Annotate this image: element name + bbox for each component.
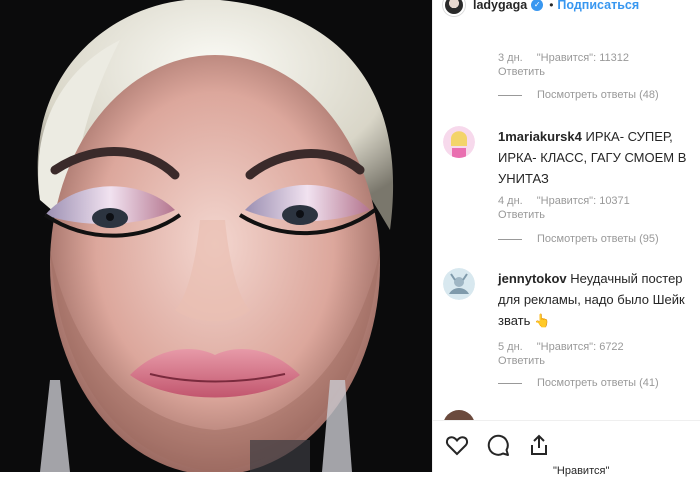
- comment-text-block: 1mariakursk4 ИРКА- СУПЕР, ИРКА- КЛАСС, Г…: [498, 126, 698, 189]
- view-replies-button[interactable]: Посмотреть ответы (41): [498, 377, 659, 389]
- comment-time[interactable]: 5 дн.: [498, 341, 523, 353]
- view-replies-label: Посмотреть ответы (95): [537, 233, 659, 245]
- divider-line: [498, 238, 522, 240]
- author-avatar[interactable]: [443, 0, 465, 16]
- author-username[interactable]: ladygaga: [473, 0, 527, 12]
- post-actions: "Нравится": [433, 420, 700, 477]
- comment-likes[interactable]: "Нравится": 11312: [537, 52, 629, 64]
- comment-likes[interactable]: "Нравится": 10371: [537, 195, 630, 207]
- commenter-avatar[interactable]: [443, 268, 475, 300]
- verified-badge-icon: ✓: [531, 0, 544, 11]
- separator-dot: •: [549, 0, 554, 12]
- comment-time[interactable]: 4 дн.: [498, 195, 523, 207]
- likes-count-partial[interactable]: "Нравится": [553, 465, 609, 477]
- comment-time[interactable]: 3 дн.: [498, 52, 523, 64]
- divider-line: [498, 382, 522, 384]
- post-header: ladygaga ✓ • Подписаться: [433, 0, 700, 18]
- divider-line: [498, 94, 522, 96]
- view-replies-button[interactable]: Посмотреть ответы (48): [498, 89, 659, 101]
- view-replies-label: Посмотреть ответы (41): [537, 377, 659, 389]
- commenter-username[interactable]: jennytokov: [498, 271, 567, 286]
- comment-text-block: jennytokov Неудачный постер для рекламы,…: [498, 268, 698, 331]
- comment-likes[interactable]: "Нравится": 6722: [537, 341, 624, 353]
- heart-icon[interactable]: [445, 433, 469, 457]
- view-replies-button[interactable]: Посмотреть ответы (95): [498, 233, 659, 245]
- comment-meta: 3 дн. "Нравится": 11312 Ответить: [498, 52, 629, 78]
- comment-meta: 5 дн. "Нравится": 6722 Ответить: [498, 341, 624, 367]
- reply-button[interactable]: Ответить: [498, 355, 545, 367]
- view-replies-label: Посмотреть ответы (48): [537, 89, 659, 101]
- post-sidebar: ladygaga ✓ • Подписаться 3 дн. "Нравится…: [432, 0, 700, 477]
- comment-icon[interactable]: [486, 433, 510, 457]
- follow-button[interactable]: Подписаться: [557, 0, 639, 12]
- share-icon[interactable]: [527, 433, 551, 457]
- commenter-avatar[interactable]: [443, 126, 475, 158]
- commenter-avatar[interactable]: [443, 410, 475, 420]
- post-image[interactable]: [0, 0, 432, 472]
- comment-meta: 4 дн. "Нравится": 10371 Ответить: [498, 195, 630, 221]
- reply-button[interactable]: Ответить: [498, 66, 545, 78]
- reply-button[interactable]: Ответить: [498, 209, 545, 221]
- commenter-username[interactable]: 1mariakursk4: [498, 129, 582, 144]
